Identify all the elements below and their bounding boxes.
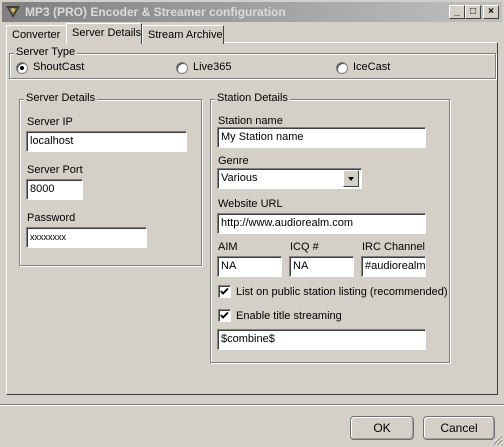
radio-button[interactable] bbox=[16, 62, 28, 74]
password-label: Password bbox=[27, 212, 76, 224]
password-input[interactable]: xxxxxxxx bbox=[26, 227, 147, 248]
title-format-input[interactable]: $combine$ bbox=[217, 329, 426, 350]
window-title: MP3 (PRO) Encoder & Streamer configurati… bbox=[25, 5, 286, 19]
tab-label: Stream Archive bbox=[148, 29, 223, 41]
aim-label: AIM bbox=[218, 241, 238, 253]
aim-input[interactable]: NA bbox=[217, 256, 282, 277]
cancel-button[interactable]: Cancel bbox=[423, 416, 495, 440]
tab-label: Converter bbox=[12, 29, 61, 41]
genre-label: Genre bbox=[218, 155, 249, 167]
checkmark-icon bbox=[220, 311, 229, 319]
maximize-button[interactable]: □ bbox=[465, 5, 481, 19]
radio-label: IceCast bbox=[353, 61, 391, 73]
chevron-down-icon[interactable] bbox=[343, 170, 359, 187]
footer-divider bbox=[0, 404, 504, 406]
tab-stream-archive[interactable]: Stream Archive bbox=[142, 25, 224, 44]
server-type-label: Server Type bbox=[14, 46, 78, 58]
config-dialog: MP3 (PRO) Encoder & Streamer configurati… bbox=[0, 0, 504, 447]
irc-channel-label: IRC Channel bbox=[362, 241, 425, 253]
irc-channel-input[interactable]: #audiorealm bbox=[361, 256, 426, 277]
radio-button[interactable] bbox=[176, 62, 188, 74]
website-url-label: Website URL bbox=[218, 198, 283, 210]
tab-label: Server Details bbox=[72, 27, 142, 39]
ok-button[interactable]: OK bbox=[350, 416, 414, 440]
genre-select[interactable]: Various bbox=[217, 168, 362, 189]
station-name-label: Station name bbox=[218, 115, 283, 127]
list-public-label: List on public station listing (recommen… bbox=[236, 286, 448, 298]
website-url-input[interactable]: http://www.audiorealm.com bbox=[217, 213, 426, 234]
close-button[interactable]: × bbox=[483, 5, 499, 19]
server-port-label: Server Port bbox=[27, 164, 83, 176]
server-port-input[interactable]: 8000 bbox=[26, 179, 83, 200]
station-details-label: Station Details bbox=[215, 92, 290, 104]
server-details-label: Server Details bbox=[24, 92, 98, 104]
app-logo-icon bbox=[6, 6, 20, 18]
title-bar[interactable]: MP3 (PRO) Encoder & Streamer configurati… bbox=[2, 2, 502, 22]
checkmark-icon bbox=[220, 287, 229, 295]
station-name-input[interactable]: My Station name bbox=[217, 127, 426, 148]
server-ip-input[interactable]: localhost bbox=[26, 131, 187, 152]
radio-label: ShoutCast bbox=[33, 61, 85, 73]
resize-grip-icon[interactable] bbox=[491, 434, 503, 446]
icq-label: ICQ # bbox=[290, 241, 319, 253]
radio-label: Live365 bbox=[193, 61, 232, 73]
tab-server-details[interactable]: Server Details bbox=[66, 23, 142, 44]
server-ip-label: Server IP bbox=[27, 116, 73, 128]
minimize-button[interactable]: _ bbox=[449, 5, 465, 19]
genre-selected-value: Various bbox=[221, 172, 258, 184]
title-streaming-checkbox[interactable] bbox=[218, 309, 231, 322]
title-streaming-label: Enable title streaming bbox=[236, 310, 342, 322]
tab-converter[interactable]: Converter bbox=[6, 25, 68, 44]
icq-input[interactable]: NA bbox=[289, 256, 354, 277]
list-public-checkbox[interactable] bbox=[218, 285, 231, 298]
radio-button[interactable] bbox=[336, 62, 348, 74]
